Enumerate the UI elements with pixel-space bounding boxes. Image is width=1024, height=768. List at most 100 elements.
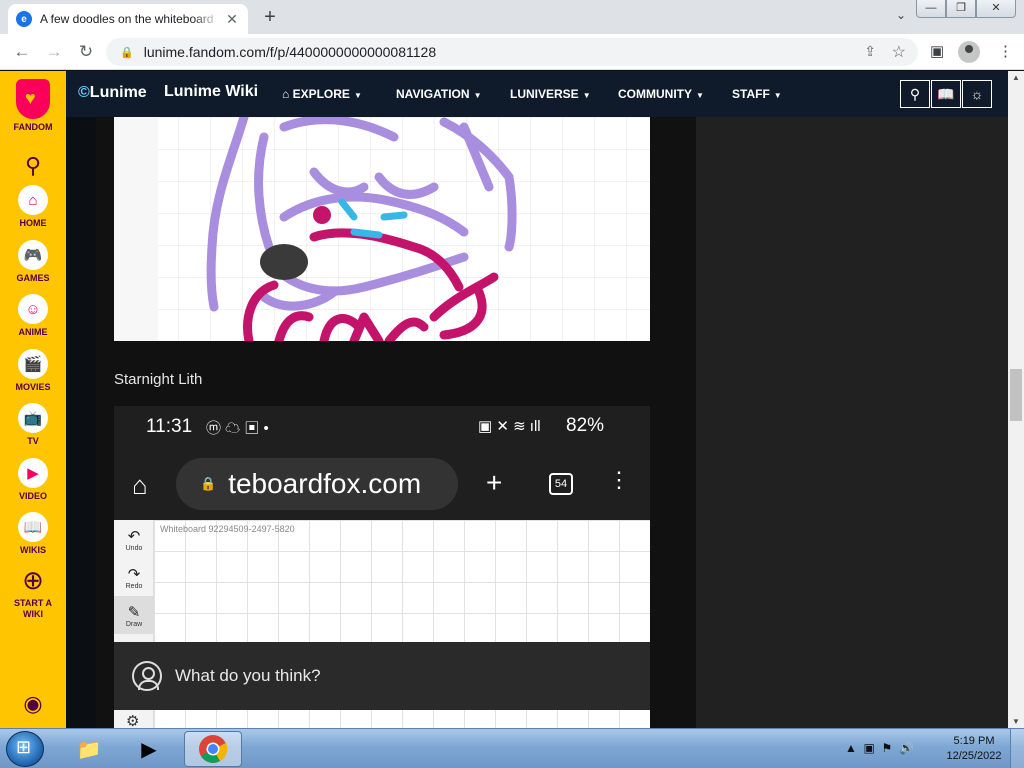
nav-luniverse[interactable]: LUNIVERSE ▼ xyxy=(510,87,591,101)
rail-item-video[interactable]: ▶ VIDEO xyxy=(0,458,66,502)
book-icon: 📖 xyxy=(18,512,48,542)
scrollbar-thumb[interactable] xyxy=(1010,369,1022,421)
rail-label-video: VIDEO xyxy=(18,491,47,501)
phone-browser-bar: ⌂ 🔒 teboardfox.com + 54 ⋮ xyxy=(114,450,650,520)
wiki-name[interactable]: Lunime Wiki xyxy=(164,83,258,101)
rail-label-home: HOME xyxy=(19,218,47,228)
open-book-icon: 📖 xyxy=(937,85,955,102)
rail-label-start-a-wiki: START A WIKI xyxy=(14,598,52,620)
image-caption: Starnight Lith xyxy=(114,371,203,388)
taskbar-clock[interactable]: 5:19 PM 12/25/2022 xyxy=(940,734,1008,764)
whiteboard-redo: ↷ Redo xyxy=(114,558,154,596)
rail-item-start-a-wiki[interactable]: ⊕ START A WIKI xyxy=(0,565,66,620)
phone-plus-icon: + xyxy=(486,467,503,498)
nav-community-label: COMMUNITY xyxy=(618,87,692,101)
phone-url: teboardfox.com xyxy=(228,468,422,499)
comment-prompt-bar[interactable]: What do you think? xyxy=(114,642,650,710)
phone-menu-icon: ⋮ xyxy=(608,467,630,492)
doodle-image[interactable] xyxy=(114,117,650,341)
close-window-button[interactable]: ✕ xyxy=(976,0,1016,18)
right-rail xyxy=(696,117,1008,728)
minimize-button[interactable]: — xyxy=(916,0,946,18)
phone-home-icon: ⌂ xyxy=(132,470,148,500)
tv-icon: 📺 xyxy=(18,403,48,433)
system-tray-icons[interactable]: ▲ ▣ ⚑ 🔊 xyxy=(845,741,914,755)
side-panel-icon[interactable]: ▣ xyxy=(930,42,944,60)
phone-notification-icons: ⓜ ☁ ▣ • xyxy=(206,420,269,437)
page-scrollbar[interactable]: ▲ ▼ xyxy=(1008,71,1024,728)
share-icon[interactable]: ⇪ xyxy=(864,43,876,60)
redo-icon: ↷ xyxy=(127,565,141,583)
search-icon: ⚲ xyxy=(909,85,921,102)
tab-search-chevron-icon[interactable]: ⌄ xyxy=(896,8,906,22)
show-desktop-button[interactable] xyxy=(1010,729,1024,768)
explorer-taskbar-icon[interactable]: 📁 xyxy=(60,731,118,767)
rail-label-anime: ANIME xyxy=(18,327,48,337)
start-button[interactable] xyxy=(6,731,44,767)
phone-status-bar: 11:31 ⓜ ☁ ▣ • ▣ ✕ ≋ ıll 82% xyxy=(114,406,650,450)
phone-url-box: 🔒 teboardfox.com xyxy=(176,458,458,510)
rail-item-home[interactable]: ⌂ HOME xyxy=(0,185,66,229)
gamepad-icon: 🎮 xyxy=(18,240,48,270)
nav-luniverse-label: LUNIVERSE xyxy=(510,87,579,101)
rail-item-games[interactable]: 🎮 GAMES xyxy=(0,240,66,284)
back-arrow-icon[interactable]: ← xyxy=(12,42,32,62)
browser-toolbar: ← → ↻ 🔒 lunime.fandom.com/f/p/4400000000… xyxy=(0,34,1024,70)
phone-tab-count: 54 xyxy=(549,473,573,495)
fandom-favicon-icon: e xyxy=(16,11,32,27)
doodle-drawing xyxy=(114,117,650,341)
fandom-logo-icon xyxy=(16,79,50,119)
undo-icon: ↶ xyxy=(127,527,141,545)
undo-label: Undo xyxy=(125,544,143,552)
rail-item-wikis[interactable]: 📖 WIKIS xyxy=(0,512,66,556)
wiki-search-button[interactable]: ⚲ xyxy=(900,80,930,108)
chrome-taskbar-icon[interactable] xyxy=(184,731,242,767)
rail-item-anime[interactable]: ☺ ANIME xyxy=(0,294,66,338)
tab-close-icon[interactable]: ✕ xyxy=(224,11,240,28)
profile-avatar-icon[interactable] xyxy=(958,41,980,63)
rail-search-button[interactable]: ⚲ xyxy=(0,151,66,181)
forward-arrow-icon[interactable]: → xyxy=(44,42,64,62)
play-icon: ▶ xyxy=(18,458,48,488)
user-circle-icon: ◉ xyxy=(23,691,43,716)
phone-time: 11:31 xyxy=(146,416,193,437)
browser-tab[interactable]: e A few doodles on the whiteboard ✕ xyxy=(8,4,248,34)
clock-time: 5:19 PM xyxy=(953,735,995,747)
chevron-down-icon: ▼ xyxy=(473,91,482,100)
nav-community[interactable]: COMMUNITY ▼ xyxy=(618,87,704,101)
rail-label-tv: TV xyxy=(27,436,39,446)
chevron-down-icon: ▼ xyxy=(582,91,591,100)
chevron-down-icon: ▼ xyxy=(353,91,362,100)
wiki-activity-button[interactable]: 📖 xyxy=(931,80,961,108)
clock-date: 12/25/2022 xyxy=(946,750,1002,762)
reload-icon[interactable]: ↻ xyxy=(76,42,96,62)
nav-navigation[interactable]: NAVIGATION ▼ xyxy=(396,87,481,101)
address-bar[interactable]: 🔒 lunime.fandom.com/f/p/4400000000000081… xyxy=(106,38,918,66)
screen: e A few doodles on the whiteboard ✕ + ⌄ … xyxy=(0,0,1024,768)
rail-item-tv[interactable]: 📺 TV xyxy=(0,403,66,447)
theme-toggle-button[interactable]: ☼ xyxy=(962,80,992,108)
nav-explore-label: EXPLORE xyxy=(292,87,350,101)
fandom-logo-link[interactable]: FANDOM xyxy=(0,79,66,133)
whiteboard-title: Whiteboard 92294509-2497-5820 xyxy=(160,524,295,534)
sun-icon: ☼ xyxy=(970,86,984,102)
draw-label: Draw xyxy=(125,620,143,628)
new-tab-button[interactable]: + xyxy=(258,6,282,30)
chevron-down-icon: ▼ xyxy=(696,91,704,100)
rail-item-movies[interactable]: 🎬 MOVIES xyxy=(0,349,66,393)
scroll-down-arrow-icon[interactable]: ▼ xyxy=(1012,717,1020,726)
nav-explore[interactable]: ⌂ EXPLORE ▼ xyxy=(282,87,362,101)
bookmark-star-icon[interactable]: ☆ xyxy=(892,42,906,62)
anime-icon: ☺ xyxy=(18,294,48,324)
wiki-header: ©Lunime Lunime Wiki ⌂ EXPLORE ▼ NAVIGATIO… xyxy=(66,71,1008,117)
rail-user-button[interactable]: ◉ xyxy=(0,689,66,719)
wiki-logo[interactable]: ©Lunime xyxy=(78,84,147,102)
browser-menu-icon[interactable]: ⋮ xyxy=(998,42,1013,60)
home-icon: ⌂ xyxy=(18,185,48,215)
nav-staff[interactable]: STAFF ▼ xyxy=(732,87,782,101)
maximize-button[interactable]: ❐ xyxy=(946,0,976,18)
rail-label-games: GAMES xyxy=(16,273,50,283)
plus-circle-icon: ⊕ xyxy=(22,564,44,595)
scroll-up-arrow-icon[interactable]: ▲ xyxy=(1012,73,1020,82)
media-player-taskbar-icon[interactable]: ▶ xyxy=(120,731,178,767)
